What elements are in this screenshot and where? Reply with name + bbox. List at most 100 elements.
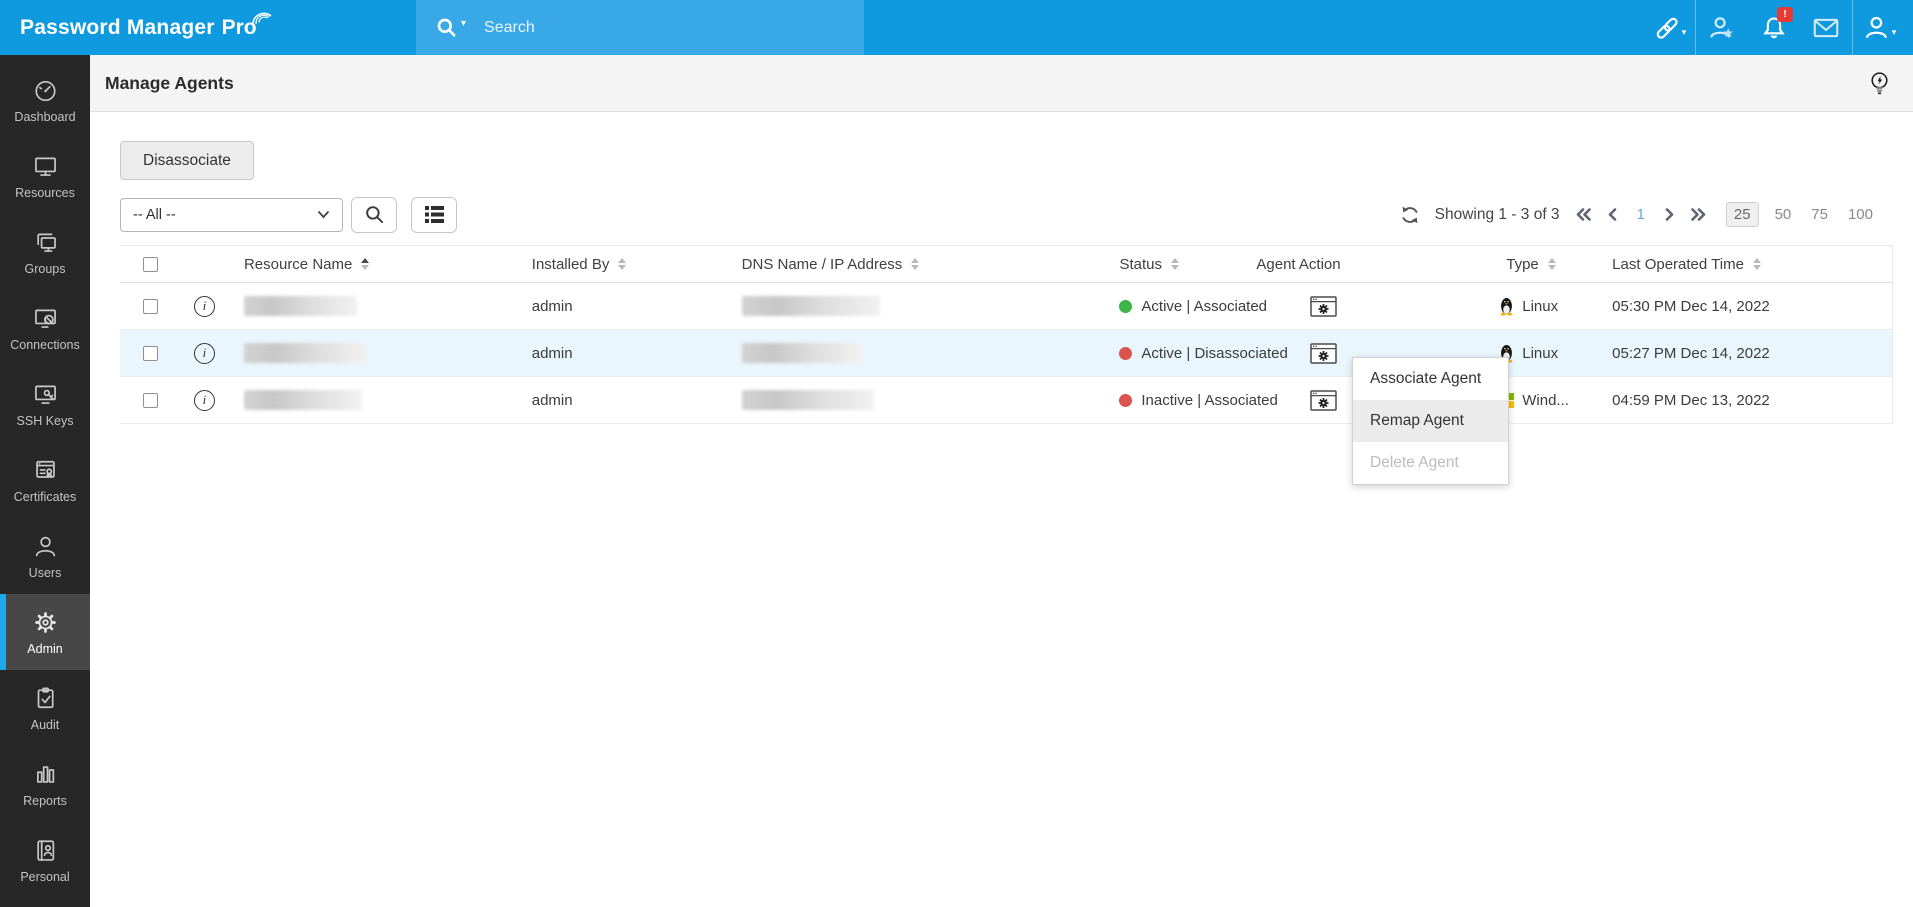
column-header[interactable]: Agent Action bbox=[1254, 256, 1479, 273]
account-menu-icon[interactable]: ▾ bbox=[1853, 0, 1905, 55]
notification-badge: ! bbox=[1777, 7, 1793, 22]
column-header[interactable]: Resource Name bbox=[232, 256, 520, 273]
sort-arrows-icon[interactable] bbox=[911, 258, 919, 270]
sidebar-item-connections[interactable]: Connections bbox=[0, 290, 90, 366]
search-icon bbox=[434, 15, 460, 41]
app-logo[interactable]: Password Manager Pro bbox=[20, 0, 277, 55]
agent-action-button[interactable] bbox=[1310, 296, 1337, 317]
column-header[interactable]: Status bbox=[1091, 256, 1254, 273]
last-page-icon[interactable] bbox=[1690, 208, 1707, 221]
users-icon bbox=[32, 533, 59, 560]
admin-icon bbox=[32, 609, 59, 636]
chevron-down-icon: ▾ bbox=[1682, 27, 1687, 38]
audit-icon bbox=[32, 685, 59, 712]
column-header[interactable]: DNS Name / IP Address bbox=[715, 256, 1092, 273]
sidebar-item-label: Certificates bbox=[14, 490, 77, 504]
installed-by: admin bbox=[532, 298, 573, 315]
sidebar-item-users[interactable]: Users bbox=[0, 518, 90, 594]
sidebar-item-certificates[interactable]: Certificates bbox=[0, 442, 90, 518]
refresh-icon[interactable] bbox=[1400, 205, 1420, 225]
page-size-100[interactable]: 100 bbox=[1844, 203, 1877, 226]
row-checkbox[interactable] bbox=[143, 346, 158, 361]
installed-by: admin bbox=[532, 345, 573, 362]
pagination: Showing 1 - 3 of 3 1 255075100 bbox=[1400, 202, 1893, 227]
sidebar-item-label: SSH Keys bbox=[17, 414, 74, 428]
sidebar-item-admin[interactable]: Admin bbox=[0, 594, 90, 670]
help-bulb-icon[interactable] bbox=[1868, 70, 1891, 101]
certificates-icon bbox=[32, 457, 59, 484]
column-chooser-button[interactable] bbox=[411, 197, 457, 233]
next-page-icon[interactable] bbox=[1664, 208, 1675, 221]
installed-by: admin bbox=[532, 392, 573, 409]
column-header[interactable]: Installed By bbox=[520, 256, 715, 273]
page-size-25[interactable]: 25 bbox=[1726, 202, 1759, 227]
user-favorites-icon[interactable] bbox=[1696, 0, 1748, 55]
column-header[interactable]: Type bbox=[1479, 256, 1599, 273]
row-checkbox[interactable] bbox=[143, 393, 158, 408]
filter-row: -- All -- bbox=[120, 196, 1893, 233]
info-icon[interactable]: i bbox=[194, 343, 215, 364]
page-title: Manage Agents bbox=[105, 73, 234, 94]
table-row[interactable]: iadminInactive | AssociatedWind...04:59 … bbox=[120, 377, 1892, 424]
info-icon[interactable]: i bbox=[194, 390, 215, 411]
menu-item-associate-agent[interactable]: Associate Agent bbox=[1353, 358, 1508, 400]
page-size-options: 25 50 75 100 bbox=[1726, 202, 1877, 227]
first-page-icon[interactable] bbox=[1575, 208, 1592, 221]
sort-arrows-icon[interactable] bbox=[361, 258, 369, 270]
search-icon bbox=[364, 204, 385, 225]
search-button[interactable] bbox=[351, 197, 397, 233]
page-number[interactable]: 1 bbox=[1633, 206, 1649, 223]
agent-action-gear-icon bbox=[1310, 343, 1337, 364]
page-size-50[interactable]: 50 bbox=[1771, 203, 1796, 226]
status-dot bbox=[1119, 300, 1132, 313]
agent-action-gear-icon bbox=[1310, 296, 1337, 317]
topbar: Password Manager Pro ▾ bbox=[0, 0, 1913, 55]
sidebar-item-groups[interactable]: Groups bbox=[0, 214, 90, 290]
sort-arrows-icon[interactable] bbox=[618, 258, 626, 270]
page-size-75[interactable]: 75 bbox=[1807, 203, 1832, 226]
notifications-bell-icon[interactable]: ! bbox=[1748, 0, 1800, 55]
table-row[interactable]: iadminActive | DisassociatedLinux05:27 P… bbox=[120, 330, 1892, 377]
sidebar-item-personal[interactable]: Personal bbox=[0, 822, 90, 898]
sshkeys-icon bbox=[32, 381, 59, 408]
menu-item-delete-agent: Delete Agent bbox=[1353, 442, 1508, 484]
filter-select[interactable]: -- All -- bbox=[120, 198, 343, 232]
search-input[interactable] bbox=[484, 19, 784, 37]
agent-action-button[interactable] bbox=[1310, 390, 1337, 411]
disassociate-button[interactable]: Disassociate bbox=[120, 141, 254, 180]
agent-action-button[interactable] bbox=[1310, 343, 1337, 364]
sidebar-item-reports[interactable]: Reports bbox=[0, 746, 90, 822]
sort-arrows-icon[interactable] bbox=[1753, 258, 1761, 270]
sidebar-item-resources[interactable]: Resources bbox=[0, 138, 90, 214]
sidebar-item-audit[interactable]: Audit bbox=[0, 670, 90, 746]
sort-arrows-icon[interactable] bbox=[1171, 258, 1179, 270]
row-checkbox[interactable] bbox=[143, 299, 158, 314]
menu-item-remap-agent[interactable]: Remap Agent bbox=[1353, 400, 1508, 442]
search-scope-caret-icon[interactable]: ▾ bbox=[461, 18, 466, 29]
prev-page-icon[interactable] bbox=[1607, 208, 1618, 221]
sidebar-item-label: Audit bbox=[31, 718, 60, 732]
redacted-dns-name bbox=[742, 390, 874, 410]
sidebar-item-label: Dashboard bbox=[14, 110, 75, 124]
last-operated-time: 05:27 PM Dec 14, 2022 bbox=[1612, 345, 1770, 362]
info-icon[interactable]: i bbox=[194, 296, 215, 317]
global-search[interactable]: ▾ bbox=[416, 0, 864, 55]
chevron-down-icon: ▾ bbox=[1892, 27, 1897, 38]
password-access-icon[interactable]: ▾ bbox=[1643, 0, 1695, 55]
sidebar-item-label: Connections bbox=[10, 338, 80, 352]
column-header[interactable]: Last Operated Time bbox=[1599, 256, 1892, 273]
sidebar-item-label: Groups bbox=[25, 262, 66, 276]
mail-icon[interactable] bbox=[1800, 0, 1852, 55]
sidebar-item-dashboard[interactable]: Dashboard bbox=[0, 62, 90, 138]
redacted-resource-name bbox=[244, 296, 357, 316]
sidebar-item-label: Resources bbox=[15, 186, 75, 200]
resources-icon bbox=[32, 153, 59, 180]
list-columns-icon bbox=[424, 205, 445, 224]
select-all-checkbox[interactable] bbox=[143, 257, 158, 272]
status-label: Active | Associated bbox=[1141, 298, 1267, 315]
sidebar-item-label: Personal bbox=[20, 870, 69, 884]
table-row[interactable]: iadminActive | AssociatedLinux05:30 PM D… bbox=[120, 283, 1892, 330]
sort-arrows-icon[interactable] bbox=[1548, 258, 1556, 270]
sidebar-item-sshkeys[interactable]: SSH Keys bbox=[0, 366, 90, 442]
logo-swoosh-icon bbox=[251, 8, 277, 30]
